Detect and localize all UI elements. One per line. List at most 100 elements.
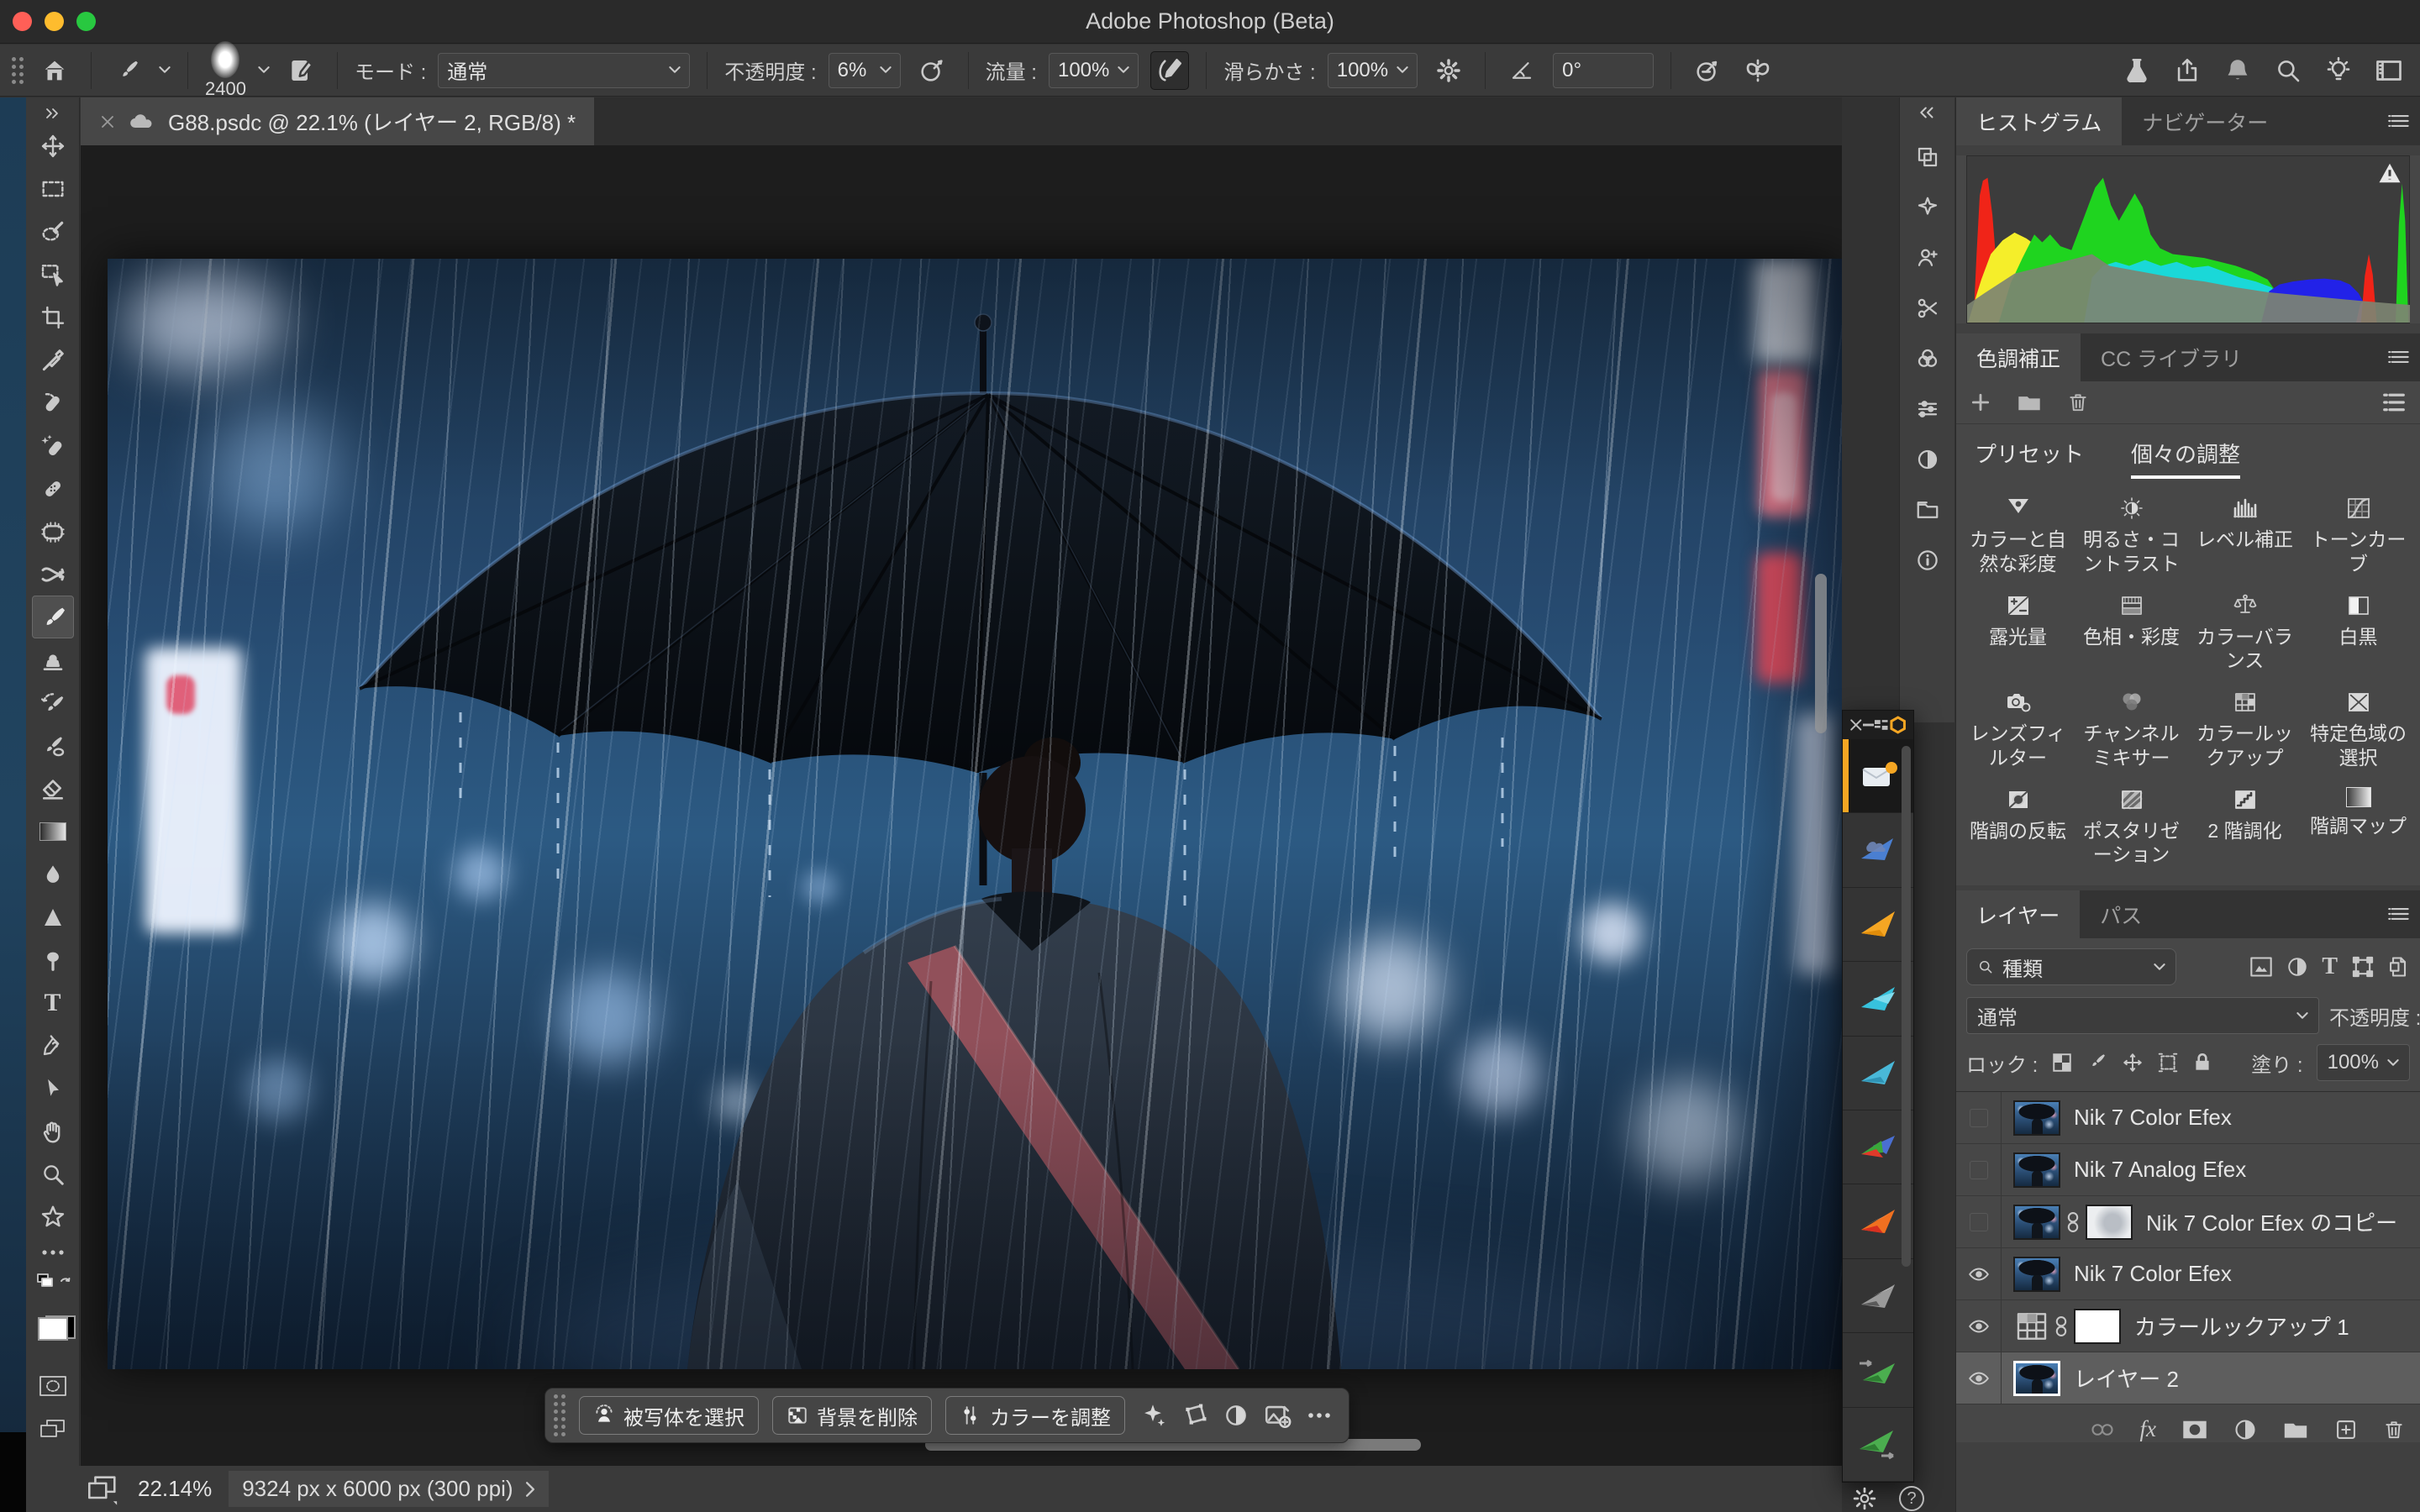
adjustment-photo-filter[interactable]: レンズフィルター bbox=[1963, 690, 2073, 770]
nik-layout-icon[interactable] bbox=[1874, 718, 1888, 732]
canvas-image[interactable] bbox=[108, 259, 1842, 1369]
delete-trash-icon[interactable] bbox=[2067, 391, 2089, 413]
layer-row[interactable]: カラールックアップ 1 bbox=[1956, 1300, 2420, 1352]
default-colors-icon[interactable] bbox=[32, 1267, 74, 1300]
effects-star-icon[interactable] bbox=[1915, 195, 1940, 220]
adjustment-threshold[interactable]: 2 階調化 bbox=[2190, 787, 2300, 868]
object-selection-tool[interactable] bbox=[32, 253, 74, 296]
mask-link-icon[interactable] bbox=[2065, 1210, 2081, 1235]
add-mask-icon[interactable] bbox=[2181, 1419, 2208, 1441]
brush-angle-input[interactable]: 0° bbox=[1553, 53, 1654, 88]
tab-cc-libraries[interactable]: CC ライブラリ bbox=[2081, 333, 2262, 381]
layer-row[interactable]: Nik 7 Color Efex のコピー bbox=[1956, 1196, 2420, 1248]
layer-thumbnail[interactable] bbox=[2013, 1152, 2060, 1188]
new-adjustment-layer-icon[interactable] bbox=[2233, 1418, 2257, 1441]
layer-mask-thumbnail[interactable] bbox=[2074, 1309, 2121, 1344]
new-layer-icon[interactable] bbox=[2334, 1418, 2358, 1441]
select-subject-button[interactable]: 被写体を選択 bbox=[579, 1396, 759, 1435]
document-tab[interactable]: G88.psdc @ 22.1% (レイヤー 2, RGB/8) * bbox=[81, 97, 594, 145]
layer-blend-mode-select[interactable]: 通常 bbox=[1966, 997, 2319, 1034]
clone-stamp-tool[interactable] bbox=[32, 638, 74, 681]
tool-preset-chevron-icon[interactable] bbox=[159, 66, 171, 74]
subtab-presets[interactable]: プリセット bbox=[1975, 438, 2084, 479]
adjustments-halfcircle-icon[interactable] bbox=[1915, 447, 1940, 472]
spot-healing-brush-tool[interactable] bbox=[32, 381, 74, 424]
tab-histogram[interactable]: ヒストグラム bbox=[1956, 97, 2122, 145]
visibility-toggle[interactable] bbox=[1956, 1144, 2002, 1195]
history-brush-tool[interactable] bbox=[32, 681, 74, 724]
beta-flask-icon[interactable] bbox=[2118, 51, 2156, 90]
document-info[interactable]: 9324 px x 6000 px (300 ppi) bbox=[229, 1471, 548, 1507]
tab-paths[interactable]: パス bbox=[2080, 890, 2162, 938]
vertical-scrollbar[interactable] bbox=[1815, 574, 1827, 733]
adjustment-gradient-map[interactable]: 階調マップ bbox=[2303, 787, 2413, 868]
generative-sparkle-icon[interactable] bbox=[1139, 1401, 1167, 1430]
nik-plugin-sharpener-raw[interactable] bbox=[1843, 1333, 1913, 1407]
nik-plugin-sharpener-output[interactable] bbox=[1843, 1408, 1913, 1482]
nik-minimize-icon[interactable] bbox=[1863, 723, 1875, 727]
adjustment-posterize[interactable]: ポスタリゼーション bbox=[2076, 787, 2186, 868]
nik-close-icon[interactable] bbox=[1849, 718, 1863, 732]
hand-tool[interactable] bbox=[32, 1110, 74, 1152]
flow-select[interactable]: 100% bbox=[1049, 53, 1139, 88]
lock-all-icon[interactable] bbox=[2192, 1052, 2212, 1074]
opacity-select[interactable]: 6% bbox=[829, 53, 901, 88]
sharpen-tool[interactable] bbox=[32, 895, 74, 938]
filter-type-layers-icon[interactable]: T bbox=[2322, 953, 2338, 980]
properties-sliders-icon[interactable] bbox=[1915, 396, 1940, 422]
tab-layers[interactable]: レイヤー bbox=[1956, 890, 2080, 938]
layer-name[interactable]: Nik 7 Color Efex bbox=[2074, 1261, 2232, 1287]
visibility-toggle[interactable] bbox=[1956, 1092, 2002, 1143]
screen-preview-icon[interactable] bbox=[84, 1473, 121, 1506]
dodge-tool[interactable] bbox=[32, 938, 74, 981]
layer-name[interactable]: Nik 7 Analog Efex bbox=[2074, 1157, 2246, 1183]
adjustment-color-vibrance[interactable]: カラーと自然な彩度 bbox=[1963, 496, 2073, 576]
screen-mode-icon[interactable] bbox=[32, 1407, 74, 1450]
layer-name[interactable]: カラールックアップ 1 bbox=[2134, 1310, 2349, 1341]
layer-name[interactable]: レイヤー 2 bbox=[2074, 1362, 2179, 1394]
layer-thumbnail[interactable] bbox=[2013, 1205, 2060, 1240]
foreground-color-swatch[interactable] bbox=[38, 1317, 68, 1341]
scissors-icon[interactable] bbox=[1915, 296, 1940, 321]
healing-brush-tool[interactable] bbox=[32, 467, 74, 510]
remove-tool[interactable] bbox=[32, 424, 74, 467]
more-options-ellipsis-icon[interactable] bbox=[1305, 1410, 1334, 1420]
expand-panels-chevrons-icon[interactable] bbox=[1918, 106, 1937, 119]
visibility-toggle[interactable] bbox=[1956, 1196, 2002, 1247]
eyedropper-tool[interactable] bbox=[32, 339, 74, 381]
layer-mask-thumbnail[interactable] bbox=[2086, 1205, 2133, 1240]
brush-settings-panel-icon[interactable] bbox=[281, 51, 320, 90]
panel-menu-icon[interactable] bbox=[2388, 113, 2410, 129]
adjustment-color-balance[interactable]: カラーバランス bbox=[2190, 593, 2300, 674]
filter-adjustment-layers-icon[interactable] bbox=[2286, 956, 2308, 978]
foreground-background-swatches[interactable] bbox=[32, 1302, 74, 1356]
lock-artboard-icon[interactable] bbox=[2157, 1052, 2179, 1074]
adjustment-channel-mixer[interactable]: チャンネルミキサー bbox=[2076, 690, 2186, 770]
content-aware-move-tool[interactable] bbox=[32, 553, 74, 596]
zoom-tool[interactable] bbox=[32, 1152, 74, 1195]
layer-row-selected[interactable]: レイヤー 2 bbox=[1956, 1352, 2420, 1404]
brush-preset-picker[interactable]: 2400 bbox=[205, 41, 246, 100]
filter-shape-layers-icon[interactable] bbox=[2351, 955, 2375, 979]
adjustment-hue-saturation[interactable]: 色相・彩度 bbox=[2076, 593, 2186, 674]
mixer-brush-tool[interactable] bbox=[32, 724, 74, 767]
panel-menu-icon[interactable] bbox=[2388, 906, 2410, 922]
layer-effects-fx-icon[interactable]: fx bbox=[2140, 1416, 2157, 1442]
nik-plugin-silver-efex[interactable] bbox=[1843, 1259, 1913, 1333]
adjustment-curves[interactable]: トーンカーブ bbox=[2303, 496, 2413, 576]
workspace-switcher-icon[interactable] bbox=[2370, 51, 2408, 90]
blend-mode-select[interactable]: 通常 bbox=[438, 53, 690, 88]
crop-tool[interactable] bbox=[32, 296, 74, 339]
layer-fill-select[interactable]: 100% bbox=[2317, 1044, 2410, 1081]
add-image-icon[interactable] bbox=[1263, 1401, 1292, 1430]
zoom-level-field[interactable]: 22.14% bbox=[138, 1476, 212, 1502]
layer-name[interactable]: Nik 7 Color Efex bbox=[2074, 1105, 2232, 1131]
layer-name[interactable]: Nik 7 Color Efex のコピー bbox=[2146, 1206, 2397, 1237]
list-view-icon[interactable] bbox=[2381, 391, 2407, 413]
tab-navigator[interactable]: ナビゲーター bbox=[2122, 97, 2288, 145]
patch-tool[interactable] bbox=[32, 510, 74, 553]
adjustment-black-white[interactable]: 白黒 bbox=[2303, 593, 2413, 674]
smoothing-select[interactable]: 100% bbox=[1328, 53, 1418, 88]
adjustment-exposure[interactable]: 露光量 bbox=[1963, 593, 2073, 674]
notifications-bell-icon[interactable] bbox=[2218, 51, 2257, 90]
